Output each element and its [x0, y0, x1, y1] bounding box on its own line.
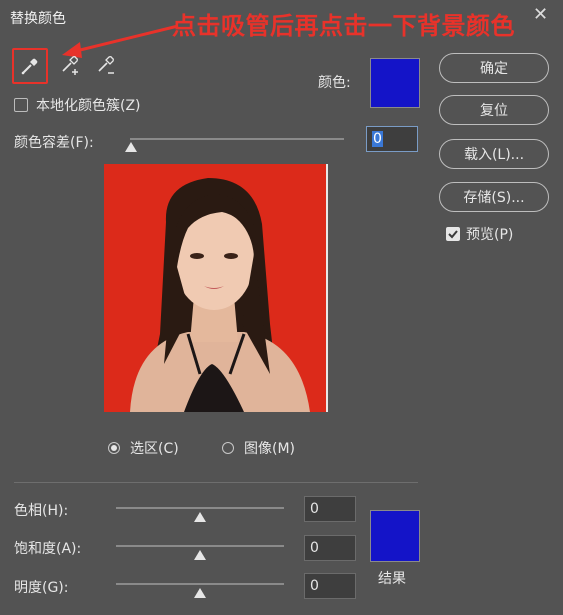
eyedropper-add-tool[interactable] [56, 52, 84, 80]
result-label: 结果 [378, 571, 406, 587]
localized-clusters-label: 本地化颜色簇(Z) [36, 98, 141, 114]
selection-radio-dot [111, 445, 117, 451]
saturation-slider-track[interactable] [116, 545, 284, 547]
saturation-input[interactable]: 0 [304, 535, 356, 561]
eyedropper-subtract-tool[interactable] [92, 52, 120, 80]
lightness-slider-track[interactable] [116, 583, 284, 585]
selection-radio[interactable] [108, 442, 120, 454]
localized-clusters-checkbox[interactable] [14, 98, 28, 112]
fuzziness-value: 0 [372, 131, 383, 147]
preview-checkbox[interactable] [446, 227, 460, 241]
eyedropper-plus-icon [62, 56, 78, 75]
hue-label: 色相(H): [14, 503, 69, 519]
fuzziness-label: 颜色容差(F): [14, 135, 94, 151]
lightness-slider-thumb[interactable] [194, 588, 206, 598]
eyedropper-tool[interactable] [12, 48, 48, 84]
section-divider [14, 482, 418, 483]
lightness-label: 明度(G): [14, 580, 69, 596]
saturation-label: 饱和度(A): [14, 541, 82, 557]
hue-slider-track[interactable] [116, 507, 284, 509]
fuzziness-slider-thumb[interactable] [125, 142, 137, 152]
image-radio[interactable] [222, 442, 234, 454]
eyedropper-minus-icon [98, 56, 114, 74]
preview-label: 预览(P) [466, 227, 514, 243]
result-swatch[interactable] [370, 510, 420, 562]
hue-input[interactable]: 0 [304, 496, 356, 522]
annotation-text: 点击吸管后再点击一下背景颜色 [172, 12, 515, 40]
ok-button[interactable]: 确定 [439, 53, 549, 83]
save-button[interactable]: 存储(S)... [439, 182, 549, 212]
image-radio-label: 图像(M) [244, 441, 296, 457]
color-label: 颜色: [318, 75, 351, 91]
load-button[interactable]: 载入(L)... [439, 139, 549, 169]
fuzziness-input[interactable]: 0 [366, 126, 418, 152]
preview-image[interactable] [104, 164, 328, 412]
reset-button[interactable]: 复位 [439, 95, 549, 125]
portrait-photo [130, 178, 310, 412]
selection-radio-label: 选区(C) [130, 441, 179, 457]
lightness-input[interactable]: 0 [304, 573, 356, 599]
saturation-slider-thumb[interactable] [194, 550, 206, 560]
close-icon[interactable]: ✕ [533, 4, 548, 25]
checkmark-icon [448, 230, 458, 239]
color-swatch[interactable] [370, 58, 420, 108]
eyedropper-icon [21, 58, 38, 75]
hue-slider-thumb[interactable] [194, 512, 206, 522]
fuzziness-slider-track[interactable] [130, 138, 344, 140]
